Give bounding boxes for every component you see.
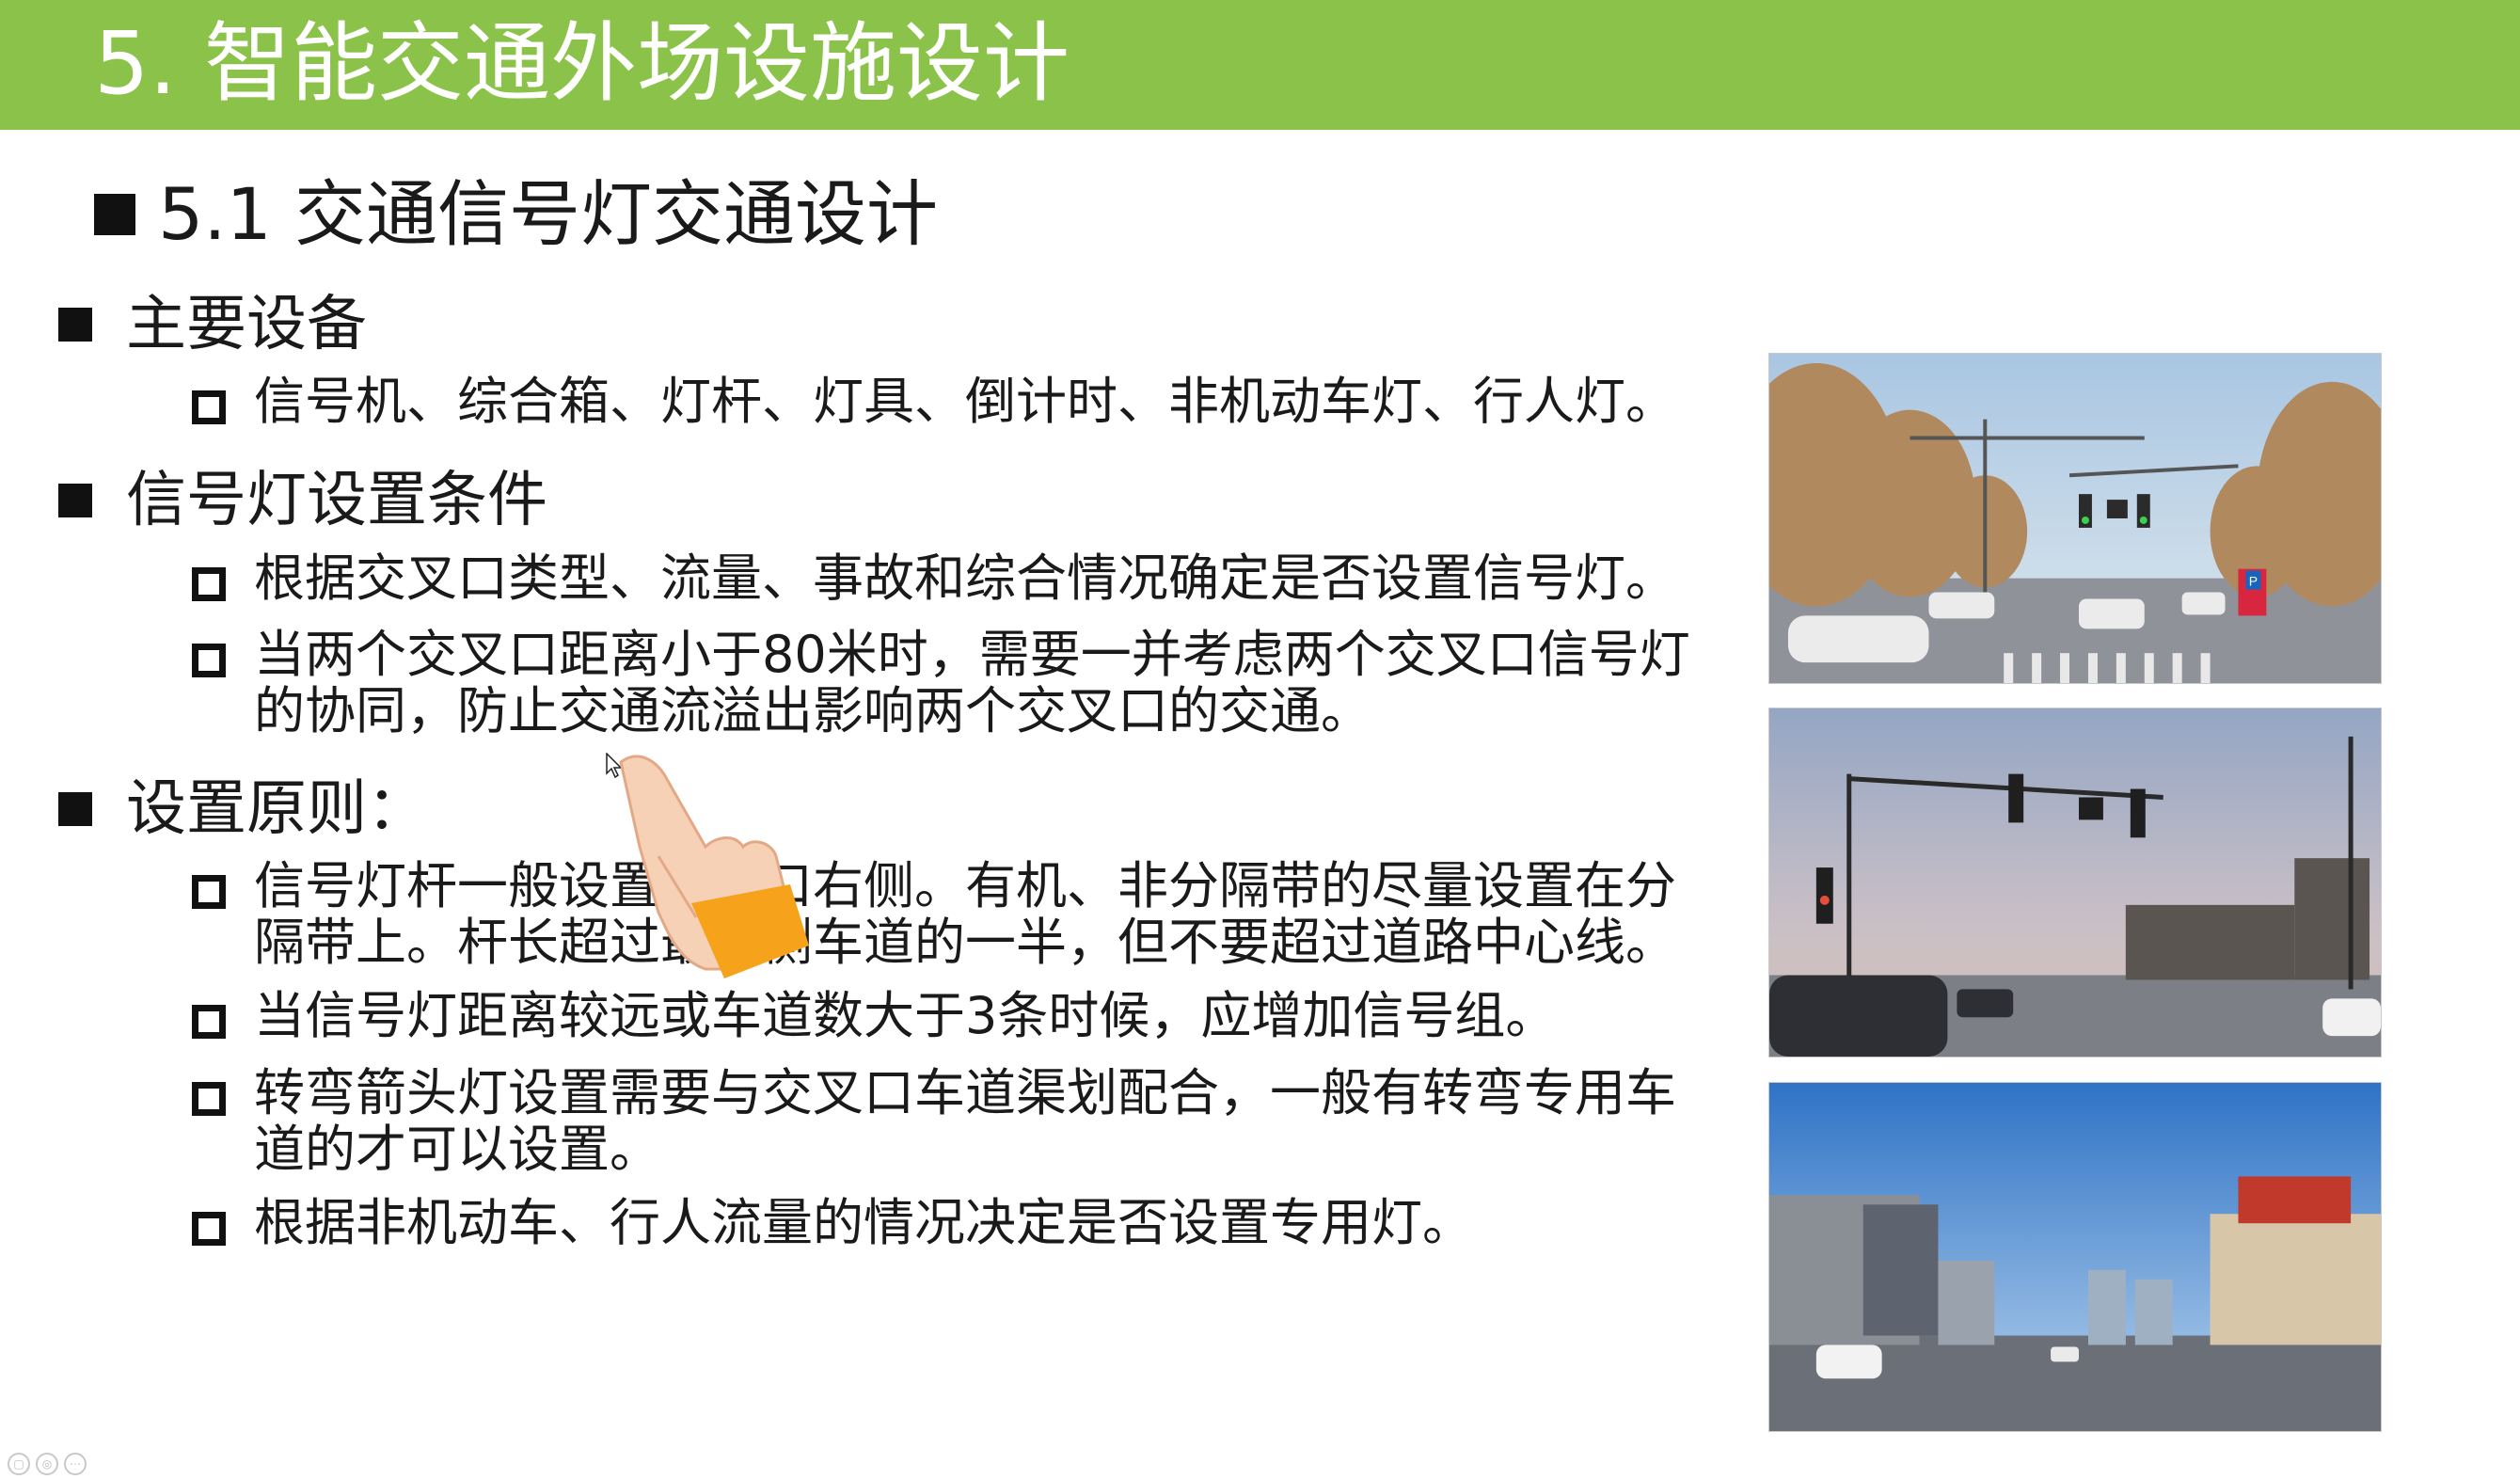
intersection-photo-autumn-trees: P <box>1768 353 2382 684</box>
parking-sign-text: P <box>2249 574 2258 589</box>
sub-item: 当信号灯距离较远或车道数大于3条时候，应增加信号组。 <box>192 988 1735 1044</box>
presenter-toolbar: ▢ ◎ ⋯ <box>8 1453 87 1475</box>
presenter-tool-icon[interactable]: ▢ <box>8 1453 30 1475</box>
hollow-square-bullet-icon <box>192 1212 226 1246</box>
bullet-label: 信号灯设置条件 <box>126 466 547 535</box>
sub-item-text: 信号灯杆一般设置在路口右侧。有机、非分隔带的尽量设置在分 隔带上。杆长超过最外侧… <box>254 856 1676 972</box>
intersection-photo-dusk-signal-gantry <box>1768 708 2382 1058</box>
sub-item-text: 信号机、综合箱、灯杆、灯具、倒计时、非机动车灯、行人灯。 <box>254 372 1676 431</box>
square-bullet-icon <box>58 792 92 826</box>
hollow-square-bullet-icon <box>192 567 226 601</box>
hollow-square-bullet-icon <box>192 1082 226 1116</box>
sub-item-text: 当信号灯距离较远或车道数大于3条时候，应增加信号组。 <box>254 986 1557 1045</box>
sub-item-text: 转弯箭头灯设置需要与交叉口车道渠划配合，一般有转弯专用车 道的才可以设置。 <box>254 1063 1676 1179</box>
sub-item: 根据非机动车、行人流量的情况决定是否设置专用灯。 <box>192 1195 1735 1251</box>
section-heading: 5.1 交通信号灯交通设计 <box>94 167 938 262</box>
intersection-photo-wide-avenue-buildings <box>1768 1082 2382 1432</box>
square-bullet-icon <box>58 484 92 517</box>
sub-item: 信号灯杆一般设置在路口右侧。有机、非分隔带的尽量设置在分 隔带上。杆长超过最外侧… <box>192 858 1735 971</box>
sub-item: 当两个交叉口距离小于80米时，需要一并考虑两个交叉口信号灯 的协同，防止交通流溢… <box>192 627 1735 740</box>
sub-item: 转弯箭头灯设置需要与交叉口车道渠划配合，一般有转弯专用车 道的才可以设置。 <box>192 1065 1735 1178</box>
sub-item-text: 根据交叉口类型、流量、事故和综合情况确定是否设置信号灯。 <box>254 549 1676 608</box>
hollow-square-bullet-icon <box>192 1005 226 1039</box>
bullet-setting-principles: 设置原则： <box>58 771 427 847</box>
sub-item: 根据交叉口类型、流量、事故和综合情况确定是否设置信号灯。 <box>192 550 1735 607</box>
section-title: 5.1 交通信号灯交通设计 <box>158 172 939 256</box>
bullet-main-equipment: 主要设备 <box>58 287 367 362</box>
presenter-tool-icon[interactable]: ◎ <box>36 1453 58 1475</box>
sub-item: 信号机、综合箱、灯杆、灯具、倒计时、非机动车灯、行人灯。 <box>192 374 1735 430</box>
slide-title: 5. 智能交通外场设施设计 <box>94 13 1070 114</box>
square-bullet-icon <box>94 194 135 235</box>
presenter-tool-icon[interactable]: ⋯ <box>64 1453 87 1475</box>
bullet-label: 设置原则： <box>126 774 427 844</box>
hollow-square-bullet-icon <box>192 875 226 909</box>
hollow-square-bullet-icon <box>192 390 226 424</box>
hand-pointer-icon <box>619 755 809 978</box>
bullet-signal-conditions: 信号灯设置条件 <box>58 463 547 538</box>
square-bullet-icon <box>58 308 92 342</box>
title-bar: 5. 智能交通外场设施设计 <box>0 0 2520 130</box>
hollow-square-bullet-icon <box>192 644 226 677</box>
sub-item-text: 根据非机动车、行人流量的情况决定是否设置专用灯。 <box>254 1193 1473 1252</box>
bullet-label: 主要设备 <box>126 290 367 359</box>
sub-item-text: 当两个交叉口距离小于80米时，需要一并考虑两个交叉口信号灯 的协同，防止交通流溢… <box>254 625 1690 740</box>
